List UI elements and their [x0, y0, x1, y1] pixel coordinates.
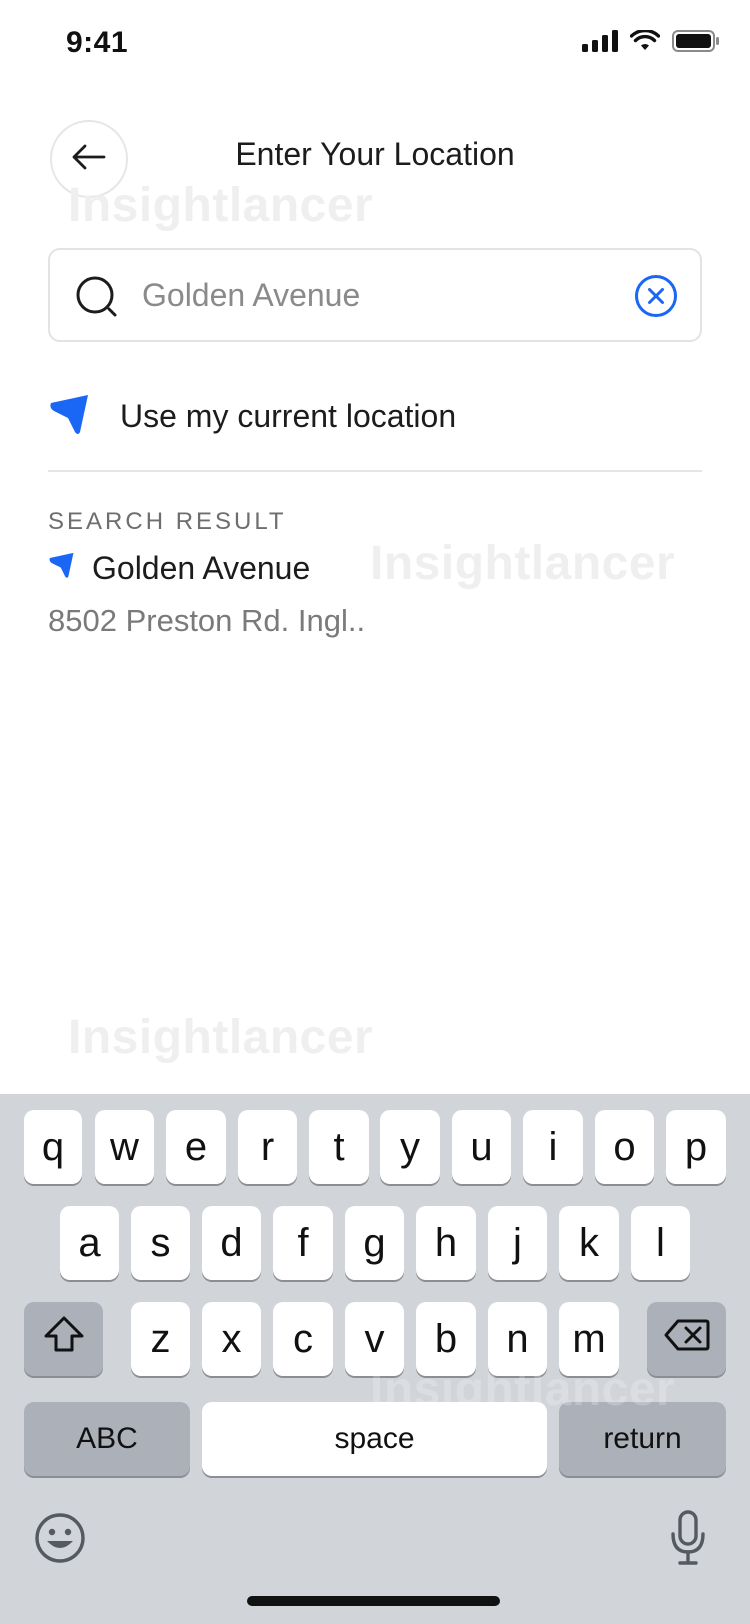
key-o[interactable]: o — [595, 1110, 654, 1184]
key-c[interactable]: c — [273, 1302, 333, 1376]
watermark: Insightlancer — [68, 1011, 374, 1064]
shift-key[interactable] — [24, 1302, 103, 1376]
key-u[interactable]: u — [452, 1110, 511, 1184]
key-z[interactable]: z — [131, 1302, 190, 1376]
section-label-search-result: SEARCH RESULT — [48, 508, 287, 535]
key-y[interactable]: y — [380, 1110, 440, 1184]
result-address: 8502 Preston Rd. Ingl.. — [48, 603, 366, 638]
watermark: Insightlancer — [68, 179, 374, 232]
navigation-arrow-icon — [48, 392, 92, 441]
key-q[interactable]: q — [24, 1110, 82, 1184]
search-result-item[interactable]: Golden Avenue 8502 Preston Rd. Ingl.. — [48, 550, 365, 639]
use-current-location-button[interactable]: Use my current location — [48, 392, 456, 441]
key-f[interactable]: f — [273, 1206, 333, 1280]
key-r[interactable]: r — [238, 1110, 297, 1184]
search-icon — [74, 274, 120, 325]
home-indicator — [247, 1596, 500, 1606]
emoji-icon[interactable] — [34, 1512, 86, 1569]
shift-icon — [43, 1315, 85, 1363]
abc-key[interactable]: ABC — [24, 1402, 190, 1476]
key-w[interactable]: w — [95, 1110, 154, 1184]
key-x[interactable]: x — [202, 1302, 261, 1376]
key-k[interactable]: k — [559, 1206, 619, 1280]
divider — [48, 470, 702, 472]
watermark: Insightlancer — [370, 537, 676, 590]
key-a[interactable]: a — [60, 1206, 119, 1280]
result-title: Golden Avenue — [92, 550, 311, 586]
keyboard: q w e r t y u i o p a s d f g h j k l z … — [0, 1094, 750, 1624]
battery-icon — [672, 30, 720, 57]
navigation-arrow-icon — [48, 550, 76, 587]
key-h[interactable]: h — [416, 1206, 476, 1280]
key-e[interactable]: e — [166, 1110, 226, 1184]
key-s[interactable]: s — [131, 1206, 190, 1280]
key-p[interactable]: p — [666, 1110, 726, 1184]
key-j[interactable]: j — [488, 1206, 547, 1280]
key-i[interactable]: i — [523, 1110, 583, 1184]
wifi-icon — [629, 28, 661, 57]
microphone-icon[interactable] — [670, 1510, 706, 1571]
signal-icon — [582, 30, 618, 57]
backspace-icon — [664, 1317, 710, 1362]
status-time: 9:41 — [66, 26, 129, 59]
search-input[interactable] — [142, 268, 602, 322]
page-title: Enter Your Location — [235, 136, 515, 172]
key-l[interactable]: l — [631, 1206, 690, 1280]
key-t[interactable]: t — [309, 1110, 369, 1184]
current-location-label: Use my current location — [120, 398, 457, 434]
watermark: Insightlancer — [370, 1363, 676, 1416]
key-g[interactable]: g — [345, 1206, 404, 1280]
key-d[interactable]: d — [202, 1206, 261, 1280]
clear-search-icon[interactable] — [634, 274, 678, 323]
search-box[interactable] — [48, 248, 702, 342]
status-icons — [582, 28, 720, 57]
